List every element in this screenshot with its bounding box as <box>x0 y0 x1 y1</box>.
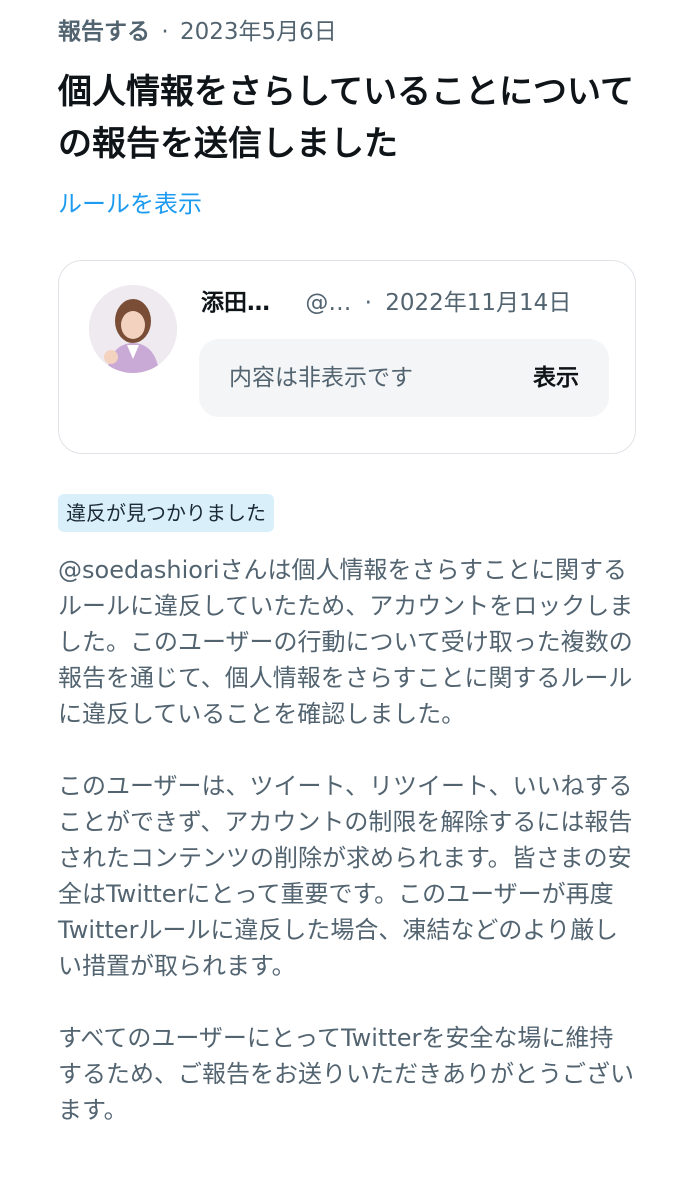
avatar-image <box>89 285 177 373</box>
page-title: 個人情報をさらしていることについての報告を送信しました <box>58 72 634 164</box>
violation-found-badge: 違反が見つかりました <box>58 494 274 532</box>
tweet-date[interactable]: 2022年11月14日 <box>385 290 571 316</box>
meta-separator: · <box>161 19 169 45</box>
report-label: 報告する <box>58 19 150 45</box>
body-paragraph-2: このユーザーは、ツイート、リツイート、いいねすることができず、アカウントの制限を… <box>58 772 633 980</box>
tweet-header-separator: · <box>364 290 372 316</box>
report-date: 2023年5月6日 <box>179 19 337 45</box>
avatar[interactable] <box>89 285 177 373</box>
hidden-content-box: 内容は非表示です 表示 <box>199 339 609 417</box>
reported-tweet-card[interactable]: 添田… @… · 2022年11月14日 内容は非表示です 表示 <box>58 260 636 454</box>
report-result-body: @soedashioriさんは個人情報をさらすことに関するルールに違反していたた… <box>58 552 636 1164</box>
tweet-header: 添田… @… · 2022年11月14日 <box>201 283 571 323</box>
view-rules-link[interactable]: ルールを表示 <box>58 184 202 224</box>
tweet-author-name[interactable]: 添田… <box>201 290 270 316</box>
tweet-author-handle[interactable]: @… <box>305 290 351 316</box>
body-paragraph-1: @soedashioriさんは個人情報をさらすことに関するルールに違反していたた… <box>58 556 634 728</box>
report-meta: 報告する · 2023年5月6日 <box>58 14 337 50</box>
show-content-button[interactable]: 表示 <box>533 358 579 398</box>
body-paragraph-3: すべてのユーザーにとってTwitterを安全な場に維持するため、ご報告をお送りい… <box>58 1024 634 1124</box>
hidden-content-text: 内容は非表示です <box>229 365 413 391</box>
